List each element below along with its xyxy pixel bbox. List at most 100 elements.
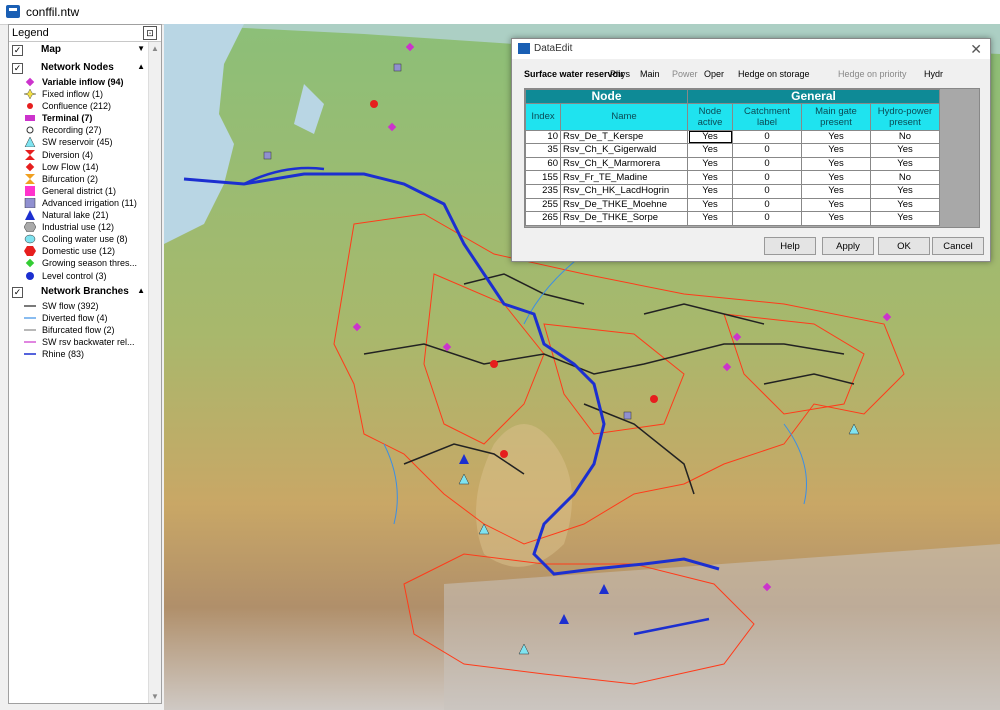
legend-item[interactable]: Variable inflow (94) xyxy=(9,76,149,88)
table-cell[interactable]: Yes xyxy=(687,170,733,185)
legend-item[interactable]: Bifurcation (2) xyxy=(9,173,149,185)
table-row[interactable]: 60 Rsv_Ch_K_Marmorera Yes 0 Yes Yes xyxy=(525,156,940,172)
table-cell[interactable]: 60 xyxy=(525,156,561,172)
table-cell[interactable]: Yes xyxy=(801,183,871,199)
table-row[interactable]: 35 Rsv_Ch_K_Gigerwald Yes 0 Yes Yes xyxy=(525,143,940,158)
table-row[interactable]: 10 Rsv_De_T_Kerspe Yes 0 Yes No xyxy=(525,129,940,145)
table-cell[interactable]: Rsv_Ch_HK_LacdHogrin xyxy=(560,183,688,199)
table-cell[interactable]: Yes xyxy=(801,170,871,185)
chevron-icon[interactable]: ▲ xyxy=(137,286,145,295)
legend-item[interactable]: SW rsv backwater rel... xyxy=(9,336,149,348)
close-icon[interactable]: ✕ xyxy=(970,41,982,58)
table-cell[interactable]: 0 xyxy=(732,211,802,226)
legend-item[interactable]: Recording (27) xyxy=(9,124,149,136)
scroll-down-icon[interactable]: ▼ xyxy=(151,692,159,701)
table-cell[interactable]: Yes xyxy=(801,156,871,172)
table-cell[interactable]: Yes xyxy=(870,211,940,226)
scroll-up-icon[interactable]: ▲ xyxy=(151,44,159,53)
chevron-icon[interactable]: ▼ xyxy=(137,44,145,53)
chevron-icon[interactable]: ▲ xyxy=(137,62,145,71)
pin-icon[interactable]: ⊡ xyxy=(143,26,157,40)
table-row[interactable]: 265 Rsv_De_THKE_Sorpe Yes 0 Yes Yes xyxy=(525,211,940,226)
table-cell[interactable]: No xyxy=(870,129,940,145)
legend-item[interactable]: Industrial use (12) xyxy=(9,221,149,233)
table-cell[interactable]: Rsv_Ch_K_Gigerwald xyxy=(560,143,688,158)
table-cell[interactable]: Yes xyxy=(870,197,940,213)
legend-item[interactable]: Advanced irrigation (11) xyxy=(9,197,149,209)
tab-item[interactable]: Oper xyxy=(704,69,724,79)
table-cell[interactable]: 10 xyxy=(525,129,561,145)
legend-group[interactable]: ✓ Map ▼ xyxy=(9,44,149,58)
legend-item[interactable]: Terminal (7) xyxy=(9,112,149,124)
table-cell[interactable]: Yes xyxy=(870,156,940,172)
legend-item[interactable]: Domestic use (12) xyxy=(9,245,149,257)
cancel-button[interactable]: Cancel xyxy=(932,237,984,255)
legend-item[interactable]: Cooling water use (8) xyxy=(9,233,149,245)
table-cell[interactable]: Rsv_De_THKE_Moehne xyxy=(560,197,688,213)
column-header[interactable]: Index xyxy=(525,102,561,131)
table-cell[interactable]: Yes xyxy=(801,197,871,213)
legend-group[interactable]: ✓ Network Branches ▲ xyxy=(9,286,149,300)
table-cell[interactable]: 0 xyxy=(732,170,802,185)
table-cell[interactable]: Rsv_Fr_TE_Madine xyxy=(560,170,688,185)
table-cell[interactable]: Rsv_Ch_K_Marmorera xyxy=(560,156,688,172)
table-cell[interactable]: 265 xyxy=(525,211,561,226)
table-row[interactable]: 235 Rsv_Ch_HK_LacdHogrin Yes 0 Yes Yes xyxy=(525,183,940,199)
table-cell[interactable]: Rsv_De_T_Kerspe xyxy=(560,129,688,145)
table-cell[interactable]: 0 xyxy=(732,143,802,158)
table-cell[interactable]: 0 xyxy=(732,197,802,213)
table-cell[interactable]: Rsv_De_THKE_Sorpe xyxy=(560,211,688,226)
tab-item[interactable]: Phys xyxy=(610,69,630,79)
table-cell[interactable]: Yes xyxy=(801,143,871,158)
table-cell[interactable]: Yes xyxy=(870,143,940,158)
tab-item[interactable]: Hedge on storage xyxy=(738,69,810,79)
table-cell[interactable]: 0 xyxy=(732,156,802,172)
tab-item[interactable]: Hedge on priority xyxy=(838,69,907,79)
table-cell[interactable]: 155 xyxy=(525,170,561,185)
checkbox-checked-icon[interactable]: ✓ xyxy=(12,45,23,56)
table-cell[interactable]: Yes xyxy=(801,129,871,145)
table-cell[interactable]: Yes xyxy=(687,156,733,172)
apply-button[interactable]: Apply xyxy=(822,237,874,255)
column-header[interactable]: Name xyxy=(560,102,688,131)
tab-item[interactable]: Main xyxy=(640,69,660,79)
legend-item[interactable]: SW reservoir (45) xyxy=(9,136,149,148)
legend-group[interactable]: ✓ Network Nodes ▲ xyxy=(9,62,149,76)
legend-item[interactable]: Confluence (212) xyxy=(9,100,149,112)
legend-item[interactable]: Bifurcated flow (2) xyxy=(9,324,149,336)
legend-item[interactable]: SW flow (392) xyxy=(9,300,149,312)
table-cell[interactable]: Yes xyxy=(801,211,871,226)
tab-item[interactable]: Power xyxy=(672,69,698,79)
legend-item[interactable]: Diversion (4) xyxy=(9,149,149,161)
table-cell[interactable]: No xyxy=(870,170,940,185)
table-cell[interactable]: 35 xyxy=(525,143,561,158)
tab-item[interactable]: Hydr xyxy=(924,69,943,79)
column-header[interactable]: Main gate present xyxy=(801,102,871,131)
legend-item[interactable]: Growing season thres... xyxy=(9,257,149,269)
table-cell[interactable]: Yes xyxy=(687,143,733,158)
table-cell[interactable]: Yes xyxy=(870,183,940,199)
legend-item[interactable]: Diverted flow (4) xyxy=(9,312,149,324)
table-cell[interactable]: Yes xyxy=(687,211,733,226)
table-cell[interactable]: Yes xyxy=(687,183,733,199)
legend-item[interactable]: General district (1) xyxy=(9,185,149,197)
table-cell[interactable]: 255 xyxy=(525,197,561,213)
legend-item[interactable]: Rhine (83) xyxy=(9,348,149,360)
table-cell[interactable]: Yes xyxy=(687,129,733,145)
legend-item[interactable]: Fixed inflow (1) xyxy=(9,88,149,100)
table-cell[interactable]: 0 xyxy=(732,183,802,199)
column-header[interactable]: Node active xyxy=(687,102,733,131)
table-cell[interactable]: Yes xyxy=(687,197,733,213)
column-header[interactable]: Catchment label xyxy=(732,102,802,131)
table-cell[interactable]: 0 xyxy=(732,129,802,145)
table-row[interactable]: 255 Rsv_De_THKE_Moehne Yes 0 Yes Yes xyxy=(525,197,940,213)
legend-item[interactable]: Low Flow (14) xyxy=(9,161,149,173)
checkbox-checked-icon[interactable]: ✓ xyxy=(12,286,23,298)
legend-item[interactable]: Level control (3) xyxy=(9,270,149,282)
ok-button[interactable]: OK xyxy=(878,237,930,255)
help-button[interactable]: Help xyxy=(764,237,816,255)
legend-scrollbar[interactable]: ▲ ▼ xyxy=(148,42,161,703)
legend-item[interactable]: Natural lake (21) xyxy=(9,209,149,221)
column-header[interactable]: Hydro-power present xyxy=(870,102,940,131)
checkbox-checked-icon[interactable]: ✓ xyxy=(12,63,23,74)
